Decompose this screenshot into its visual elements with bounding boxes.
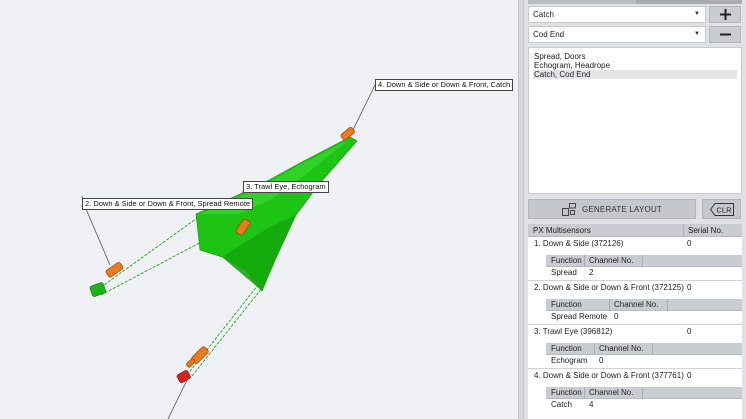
sensor-name: 3. Trawl Eye (396812) <box>534 327 613 336</box>
layout-list-item-selected[interactable]: Catch, Cod End <box>533 70 737 79</box>
header-px-multisensors: PX Multisensors <box>533 226 591 235</box>
subtable-header: Function Channel No. <box>546 343 742 355</box>
subtable-row[interactable]: Spread Remote 0 <box>546 311 742 323</box>
function-value: Spread Remote <box>551 312 608 321</box>
channel-value: 0 <box>614 312 619 321</box>
sensor-name: 4. Down & Side or Down & Front (377761) <box>534 371 684 380</box>
subheader-function: Function <box>551 256 582 265</box>
callout-leader-4 <box>350 84 376 135</box>
plus-icon <box>719 9 731 20</box>
subheader-channel-no: Channel No. <box>584 255 633 267</box>
clear-icon: CLR <box>709 202 734 216</box>
door-right <box>176 370 191 384</box>
bridle-line <box>191 287 263 377</box>
location-select-value: Cod End <box>533 30 565 39</box>
callout-sensor-4: 4. Down & Side or Down & Front, Catch <box>375 79 514 91</box>
sensor-name: 1. Down & Side (372126) <box>534 239 624 248</box>
bridle-line <box>96 215 201 291</box>
function-subtable: Function Channel No. Catch 4 <box>546 387 742 411</box>
layout-list-item[interactable]: Echogram, Headrope <box>533 61 737 70</box>
subheader-channel-no: Channel No. <box>609 299 658 311</box>
trawl-3d-viewport[interactable]: 4. Down & Side or Down & Front, Catch 3.… <box>0 0 518 419</box>
function-select[interactable]: Catch ▼ <box>528 6 706 23</box>
callout-sensor-3: 3. Trawl Eye, Echogram <box>243 181 329 193</box>
layout-grid-icon <box>561 202 576 216</box>
sensor-1-spread <box>186 346 209 368</box>
location-select[interactable]: Cod End ▼ <box>528 26 706 43</box>
subtable-row[interactable]: Catch 4 <box>546 399 742 411</box>
function-subtable: Function Channel No. Spread 2 <box>546 255 742 279</box>
generate-layout-button[interactable]: GENERATE LAYOUT <box>528 199 696 219</box>
px-multisensors-table: PX Multisensors Serial No. 1. Down & Sid… <box>528 224 742 419</box>
subheader-function: Function <box>551 388 582 397</box>
function-subtable: Function Channel No. Echogram 0 <box>546 343 742 367</box>
subtable-row[interactable]: Spread 2 <box>546 267 742 279</box>
clear-button[interactable]: CLR <box>702 199 741 219</box>
table-row[interactable]: 3. Trawl Eye (396812) 0 <box>528 325 742 338</box>
subtable-header: Function Channel No. <box>546 255 742 267</box>
sensor-serial: 0 <box>687 371 692 380</box>
sensor-serial: 0 <box>687 327 692 336</box>
door-left <box>89 282 107 297</box>
subtable-row[interactable]: Echogram 0 <box>546 355 742 367</box>
chevron-down-icon: ▼ <box>694 11 700 17</box>
clear-label: CLR <box>716 205 732 214</box>
callout-leader-2 <box>85 208 111 266</box>
sensor-2-spread-remote <box>105 262 124 278</box>
channel-value: 2 <box>589 268 594 277</box>
subheader-function: Function <box>551 344 582 353</box>
subheader-function: Function <box>551 300 582 309</box>
add-button[interactable] <box>709 6 741 23</box>
table-header: PX Multisensors Serial No. <box>528 224 742 237</box>
subtable-header: Function Channel No. <box>546 387 742 399</box>
table-row[interactable]: 2. Down & Side or Down & Front (372125) … <box>528 281 742 294</box>
subheader-channel-no: Channel No. <box>594 343 643 355</box>
channel-value: 4 <box>589 400 594 409</box>
chevron-down-icon: ▼ <box>694 31 700 37</box>
table-row[interactable]: 1. Down & Side (372126) 0 <box>528 237 742 250</box>
function-value: Echogram <box>551 356 588 365</box>
generate-layout-label: GENERATE LAYOUT <box>581 204 663 214</box>
subheader-channel-no: Channel No. <box>584 387 633 399</box>
minus-icon <box>719 33 731 36</box>
callout-sensor-2: 2. Down & Side or Down & Front, Spread R… <box>82 198 254 210</box>
panel-top-strip <box>528 0 742 4</box>
channel-value: 0 <box>599 356 604 365</box>
sensor-name: 2. Down & Side or Down & Front (372125) <box>534 283 684 292</box>
layout-list-item[interactable]: Spread, Doors <box>533 52 737 61</box>
function-value: Catch <box>551 400 572 409</box>
table-row[interactable]: 4. Down & Side or Down & Front (377761) … <box>528 369 742 382</box>
callout-leader-1 <box>167 375 190 419</box>
layout-panel: Catch ▼ Cod End ▼ Spread, Doors Echogram… <box>524 0 746 419</box>
function-subtable: Function Channel No. Spread Remote 0 <box>546 299 742 323</box>
trawl-scene <box>81 84 376 419</box>
header-serial-no: Serial No. <box>683 224 742 237</box>
sensor-serial: 0 <box>687 239 692 248</box>
remove-button[interactable] <box>709 26 741 43</box>
function-select-value: Catch <box>533 10 554 19</box>
function-value: Spread <box>551 268 577 277</box>
sensor-serial: 0 <box>687 283 692 292</box>
subtable-header: Function Channel No. <box>546 299 742 311</box>
layout-list[interactable]: Spread, Doors Echogram, Headrope Catch, … <box>528 47 742 194</box>
